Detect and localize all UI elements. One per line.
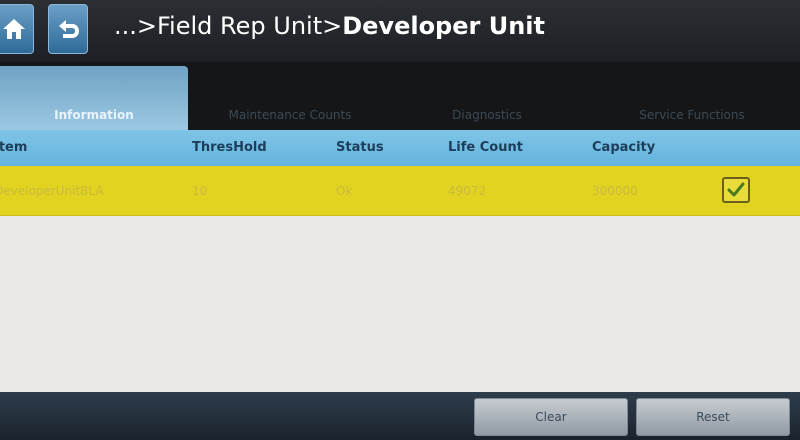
cell-life-count: 49072	[448, 184, 487, 198]
column-header-capacity: Capacity	[592, 140, 656, 155]
clear-button[interactable]: Clear	[474, 398, 628, 436]
cell-status: Ok	[336, 184, 353, 198]
page-title: Developer Unit	[342, 12, 545, 40]
checkmark-icon	[727, 182, 745, 197]
cell-threshold: 10	[192, 184, 208, 198]
back-arrow-icon	[59, 20, 79, 38]
tab-maintenance-counts[interactable]: Maintenance Counts	[190, 66, 390, 130]
cell-item: DeveloperUnitBLA	[0, 184, 104, 198]
breadcrumb-path[interactable]: ...>Field Rep Unit>	[114, 12, 342, 40]
column-header-life-count: Life Count	[448, 140, 523, 155]
home-icon	[3, 19, 25, 39]
unit-table: Item ThresHold Status Life Count Capacit…	[0, 130, 800, 392]
column-header-threshold: ThresHold	[192, 140, 267, 155]
footer-bar: Clear Reset	[0, 392, 800, 440]
tab-service-functions[interactable]: Service Functions	[584, 66, 800, 130]
home-button[interactable]	[0, 4, 34, 54]
tab-diagnostics[interactable]: Diagnostics	[392, 66, 582, 130]
reset-button[interactable]: Reset	[636, 398, 790, 436]
developer-unit-screen: ...>Field Rep Unit>Developer Unit Inform…	[0, 0, 800, 440]
table-header: Item ThresHold Status Life Count Capacit…	[0, 130, 800, 166]
back-button[interactable]	[48, 4, 88, 54]
row-checkbox[interactable]	[722, 177, 750, 203]
table-row[interactable]: DeveloperUnitBLA 10 Ok 49072 300000	[0, 166, 800, 216]
tab-bar: Information Maintenance Counts Diagnosti…	[0, 62, 800, 130]
breadcrumb: ...>Field Rep Unit>Developer Unit	[114, 8, 545, 44]
header-bar: ...>Field Rep Unit>Developer Unit	[0, 0, 800, 62]
column-header-status: Status	[336, 140, 384, 155]
column-header-item: Item	[0, 140, 28, 155]
cell-capacity: 300000	[592, 184, 638, 198]
tab-information[interactable]: Information	[0, 66, 188, 130]
